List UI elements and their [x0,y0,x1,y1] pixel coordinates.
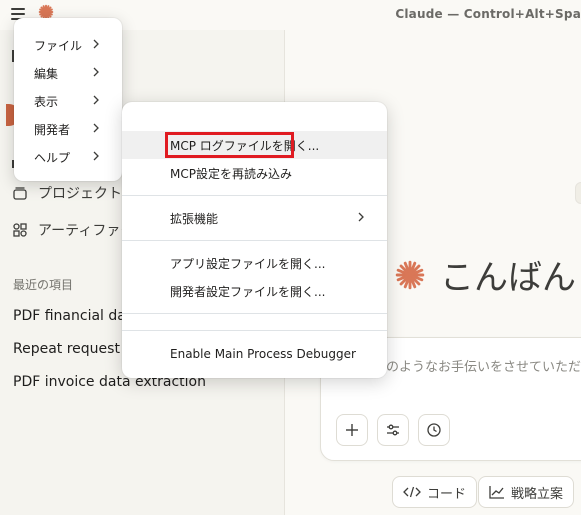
strategy-chip[interactable]: 戦略立案 [478,476,575,508]
menu-item-label: 編集 [34,66,59,81]
recent-section-label: 最近の項目 [13,278,74,292]
chevron-right-icon [93,67,99,77]
menu-item-open-mcp-log[interactable]: MCP ログファイルを開く... [122,131,387,159]
menu-divider [122,313,387,314]
menu-item-developer[interactable]: 開発者 [14,115,122,143]
menu-item-view[interactable]: 表示 [14,87,122,115]
sidebar-item-label: プロジェクト [38,186,122,202]
menu-item-label: Enable Main Process Debugger [170,347,356,361]
chart-icon [489,486,504,499]
recent-chat-item[interactable]: Repeat request [13,341,120,357]
sliders-icon [387,424,399,436]
menu-item-edit[interactable]: 編集 [14,59,122,87]
menu-item-help[interactable]: ヘルプ [14,143,122,171]
menu-item-label: 拡張機能 [170,211,219,226]
menu-item-label: ファイル [34,38,83,53]
menu-item-reload-mcp-config[interactable]: MCP設定を再読み込み [122,159,387,187]
menu-divider [122,240,387,241]
code-chip[interactable]: コード [392,476,478,508]
menu-item-file[interactable]: ファイル [14,31,122,59]
chevron-right-icon [93,151,99,161]
menu-item-label: MCP ログファイルを開く... [170,138,320,153]
menu-item-extensions[interactable]: 拡張機能 [122,204,387,232]
code-icon [403,486,421,498]
add-button[interactable] [336,414,368,446]
claude-logo-icon [395,260,425,289]
recent-chat-item[interactable]: PDF financial dat [13,308,131,324]
developer-submenu: MCP ログファイルを開く... MCP設定を再読み込み 拡張機能 アプリ設定フ… [122,102,387,378]
chevron-right-icon [93,39,99,49]
chevron-right-icon [358,212,364,222]
menu-item-open-app-config[interactable]: アプリ設定ファイルを開く... [122,249,387,277]
menu-item-label: 開発者 [34,122,71,137]
chevron-right-icon [93,95,99,105]
menu-item-label: 表示 [34,94,59,109]
menu-item-enable-debugger[interactable]: Enable Main Process Debugger [122,340,387,368]
chat-input-placeholder: どのようなお手伝いをさせていただ [373,360,581,375]
project-icon [13,187,27,200]
chip-label: コード [427,486,467,502]
menu-item-open-developer-config[interactable]: 開発者設定ファイルを開く... [122,277,387,305]
menu-divider [122,195,387,196]
chip-label: 戦略立案 [511,486,564,502]
plus-icon [346,424,358,436]
menu-item-label: ヘルプ [34,150,71,165]
artifacts-icon [13,223,27,237]
sidebar-item-projects[interactable]: プロジェクト [12,181,122,205]
side-panel-tab[interactable] [575,182,581,204]
menu-item-label: MCP設定を再読み込み [170,166,292,181]
greeting: こんばん [394,250,576,299]
menu-item-label: アプリ設定ファイルを開く... [170,256,326,271]
clock-icon [427,423,441,437]
greeting-text: こんばん [440,258,576,298]
menu-divider [122,330,387,331]
chevron-right-icon [93,123,99,133]
app-menu: ファイル 編集 表示 開発者 ヘルプ [14,18,122,181]
history-button[interactable] [418,414,450,446]
menu-item-label: 開発者設定ファイルを開く... [170,284,326,299]
window-title: Claude — Control+Alt+Spa [395,7,581,21]
tools-button[interactable] [377,414,409,446]
